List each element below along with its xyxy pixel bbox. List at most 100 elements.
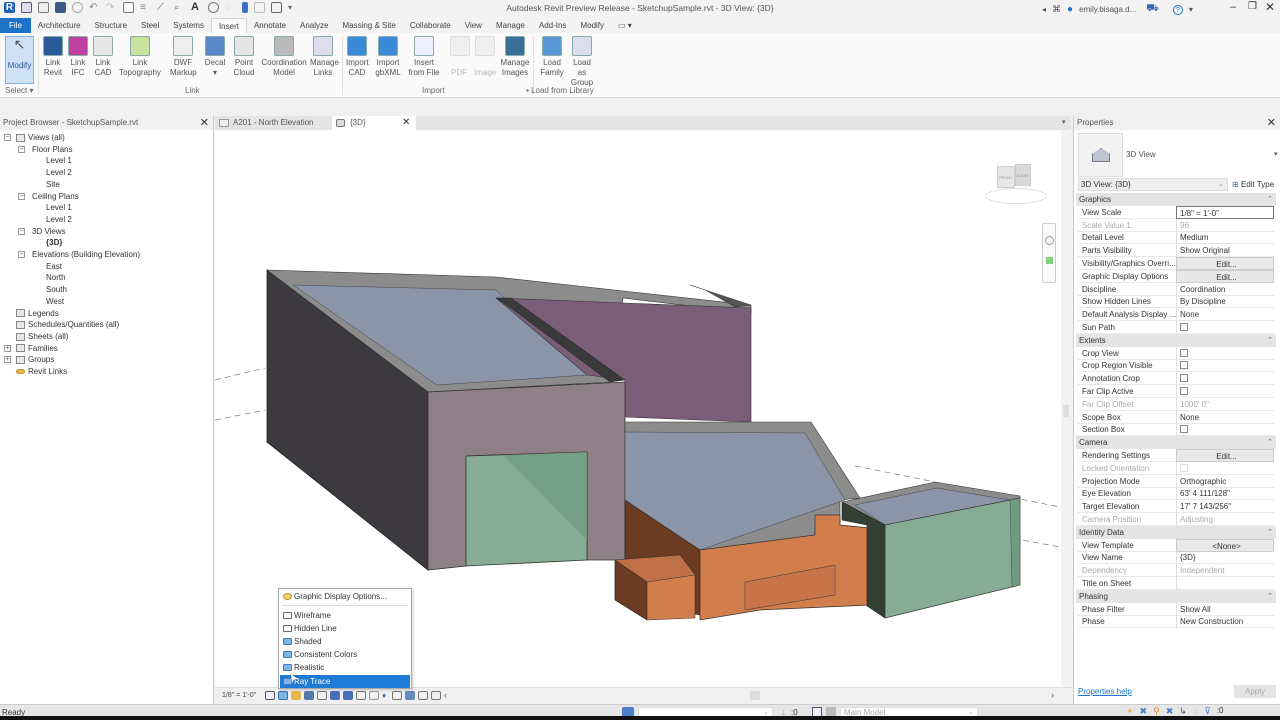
minimize-button[interactable]: –: [1230, 1, 1236, 13]
tree-node-sheets-all[interactable]: Sheets (all): [16, 331, 68, 342]
restore-button[interactable]: ❐: [1248, 1, 1257, 12]
tree-node-level-2[interactable]: Level 2: [46, 167, 72, 178]
checkbox[interactable]: [1180, 323, 1188, 331]
collapse-group-icon[interactable]: ⌃: [1267, 526, 1273, 539]
temporary-hide-icon[interactable]: [369, 691, 379, 700]
collapse-icon[interactable]: ‹: [444, 691, 447, 700]
load-from-library-panel-label[interactable]: ▪ Load from Library: [526, 86, 594, 95]
tab-3d[interactable]: {3D} ✕: [332, 116, 416, 130]
close-button[interactable]: ✕: [1265, 0, 1275, 14]
property-value[interactable]: Medium: [1176, 231, 1274, 245]
property-value[interactable]: {3D}: [1176, 551, 1274, 565]
property-group-identity-data[interactable]: Identity Data ⌃: [1076, 525, 1276, 539]
view-cube-compass[interactable]: [985, 188, 1047, 204]
load-as-group-button[interactable]: Load as Group: [568, 36, 596, 88]
tree-node-north[interactable]: North: [46, 272, 66, 283]
menu-item-consistent-colors[interactable]: Consistent Colors: [280, 648, 410, 661]
tree-node-elevations-building-elevation[interactable]: Elevations (Building Elevation): [32, 249, 140, 260]
tree-node-legends[interactable]: Legends: [16, 308, 59, 319]
link-cad-button[interactable]: Link CAD: [92, 36, 114, 78]
steering-wheel-icon[interactable]: [1045, 236, 1054, 245]
tree-node-site[interactable]: Site: [46, 179, 60, 190]
tree-node-views-all[interactable]: Views (all): [16, 132, 65, 143]
property-value[interactable]: Show All: [1176, 602, 1274, 616]
collapse-group-icon[interactable]: ⌃: [1267, 590, 1273, 603]
show-crop-region-icon[interactable]: [343, 691, 353, 700]
view-cube[interactable]: FRONT RIGHT: [980, 158, 1050, 208]
cart-icon[interactable]: ⛟: [1146, 3, 1159, 16]
select-panel-dropdown[interactable]: Select ▾: [5, 86, 33, 95]
tree-node-level-1[interactable]: Level 1: [46, 155, 72, 166]
property-checkbox[interactable]: [1176, 359, 1274, 373]
tab-analyze[interactable]: Analyze: [293, 18, 335, 33]
binoculars-icon[interactable]: ⌘: [1052, 4, 1061, 15]
help-dropdown-icon[interactable]: ▾: [1189, 5, 1193, 14]
tree-node-families[interactable]: Families: [16, 343, 58, 354]
type-dropdown-icon[interactable]: ▾: [1274, 150, 1278, 158]
tab-add-ins[interactable]: Add-Ins: [532, 18, 574, 33]
link-revit-button[interactable]: Link Revit: [42, 36, 64, 78]
horizontal-scrollbar-thumb[interactable]: [750, 691, 760, 700]
tab-view[interactable]: View: [458, 18, 489, 33]
expand-icon[interactable]: +: [4, 356, 11, 364]
scroll-right-icon[interactable]: ›: [1051, 690, 1054, 700]
expand-icon[interactable]: +: [4, 344, 11, 352]
shadows-icon[interactable]: [304, 691, 314, 700]
property-group-graphics[interactable]: Graphics ⌃: [1076, 193, 1276, 206]
apply-button[interactable]: Apply: [1234, 685, 1276, 698]
property-edit-button[interactable]: <None>: [1176, 538, 1274, 552]
close-icon[interactable]: ✕: [1267, 116, 1276, 130]
user-name[interactable]: emily.bisaga.d...: [1079, 5, 1136, 14]
property-value[interactable]: [1176, 577, 1274, 590]
close-tab-icon[interactable]: ✕: [402, 116, 410, 130]
collapse-group-icon[interactable]: ⌃: [1267, 334, 1273, 347]
property-value[interactable]: 17' 7 143/256": [1176, 500, 1274, 514]
unlocked-3d-view-icon[interactable]: [356, 691, 366, 700]
point-cloud-button[interactable]: Point Cloud: [233, 36, 255, 78]
property-group-camera[interactable]: Camera ⌃: [1076, 436, 1276, 450]
properties-help-link[interactable]: Properties help: [1078, 687, 1132, 696]
detail-level-icon[interactable]: [265, 691, 275, 700]
load-family-button[interactable]: Load Family: [540, 36, 564, 78]
collapse-group-icon[interactable]: ⌃: [1267, 436, 1273, 449]
property-input[interactable]: 1/8" = 1'-0": [1176, 205, 1274, 219]
pdf-button[interactable]: PDF: [450, 36, 470, 78]
property-edit-button[interactable]: Edit...: [1176, 449, 1274, 462]
contextual-dropdown-icon[interactable]: ▭ ▾: [611, 18, 639, 33]
help-icon[interactable]: ?: [1172, 4, 1183, 15]
import-cad-button[interactable]: Import CAD: [346, 36, 369, 78]
property-value[interactable]: By Discipline: [1176, 295, 1274, 309]
property-value[interactable]: 63' 4 111/128": [1176, 487, 1274, 501]
visual-style-icon[interactable]: [278, 691, 288, 700]
vertical-scrollbar[interactable]: [1061, 130, 1071, 687]
property-value[interactable]: None: [1176, 410, 1274, 424]
highlight-displacement-icon[interactable]: [418, 691, 428, 700]
collapse-icon[interactable]: −: [18, 251, 25, 258]
property-value[interactable]: None: [1176, 308, 1274, 322]
close-icon[interactable]: ✕: [200, 116, 209, 130]
collapse-icon[interactable]: −: [18, 145, 25, 153]
chevron-left-icon[interactable]: ◂: [1042, 5, 1046, 14]
property-value[interactable]: Show Original: [1176, 244, 1274, 258]
property-edit-button[interactable]: Edit...: [1176, 257, 1274, 270]
instance-filter-dropdown[interactable]: 3D View: {3D} ⌄: [1078, 178, 1228, 191]
tree-node-floor-plans[interactable]: Floor Plans: [32, 144, 72, 155]
type-selector[interactable]: 3D View ▾: [1078, 133, 1278, 177]
tree-node-groups[interactable]: Groups: [16, 354, 54, 365]
insert-from-file-button[interactable]: Insert from File: [408, 36, 440, 78]
tab-steel[interactable]: Steel: [134, 18, 166, 33]
tab-architecture[interactable]: Architecture: [31, 18, 88, 33]
tree-node-south[interactable]: South: [46, 284, 67, 295]
view-cube-right-face[interactable]: RIGHT: [1015, 164, 1031, 186]
tab-insert[interactable]: Insert: [210, 18, 247, 33]
property-value[interactable]: Orthographic: [1176, 474, 1274, 488]
decal-button[interactable]: Decal ▾: [204, 36, 226, 78]
tab-a201-north-elevation[interactable]: A201 - North Elevation: [215, 116, 332, 130]
reveal-constraints-icon[interactable]: [431, 691, 441, 700]
dwf-markup-button[interactable]: DWF Markup: [170, 36, 197, 78]
property-group-phasing[interactable]: Phasing ⌃: [1076, 589, 1276, 603]
collapse-icon[interactable]: −: [18, 192, 25, 200]
user-icon[interactable]: ●: [1067, 4, 1073, 15]
tree-node-level-2[interactable]: Level 2: [46, 214, 72, 225]
image-button[interactable]: Image: [474, 36, 496, 78]
